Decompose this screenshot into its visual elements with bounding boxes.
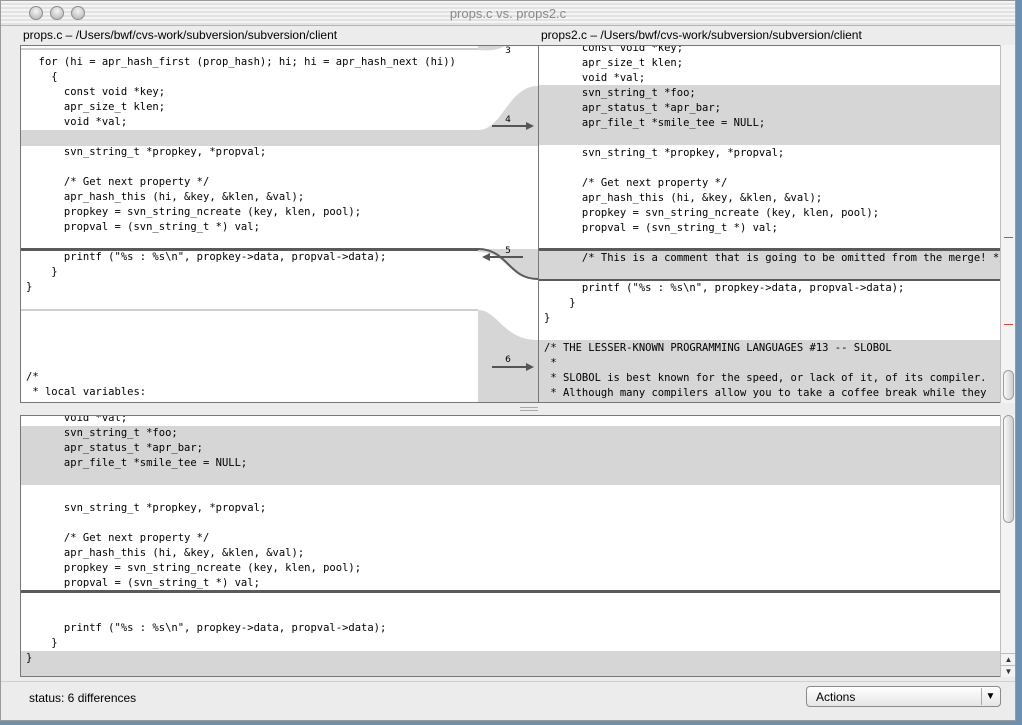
diff-number-5: 5 xyxy=(505,246,511,256)
left-file-pane[interactable]: for (hi = apr_hash_first (prop_hash); hi… xyxy=(20,45,479,403)
code-line: /* THE LESSER-KNOWN PROGRAMMING LANGUAGE… xyxy=(544,342,892,354)
code-line: /* xyxy=(26,371,39,383)
scroll-up-button[interactable]: ▲ xyxy=(1001,653,1015,665)
code-line: const void *key; xyxy=(544,45,684,54)
chevron-down-icon: ▼ xyxy=(981,688,999,705)
code-line: propval = (svn_string_t *) val; xyxy=(544,222,778,234)
diff-number-3: 3 xyxy=(505,46,511,56)
code-line: { xyxy=(26,71,58,83)
bottom-vertical-scrollbar[interactable]: ▲ ▼ xyxy=(1000,415,1015,677)
code-line: /* Get next property */ xyxy=(544,177,728,189)
code-line: printf ("%s : %s\n", propkey->data, prop… xyxy=(26,622,387,634)
code-line: apr_status_t *apr_bar; xyxy=(26,442,204,454)
left-file-path: props.c – /Users/bwf/cvs-work/subversion… xyxy=(23,28,338,42)
actions-label: Actions xyxy=(816,690,856,704)
code-line: } xyxy=(26,652,33,664)
status-text: status: 6 differences xyxy=(29,691,137,705)
status-bar: status: 6 differences Actions ▼ xyxy=(1,681,1015,720)
scroll-thumb[interactable] xyxy=(1003,415,1014,523)
code-line: apr_file_t *smile_tee = NULL; xyxy=(26,457,248,469)
code-line: apr_size_t klen; xyxy=(26,101,166,113)
code-line: apr_hash_this (hi, &key, &klen, &val); xyxy=(544,192,823,204)
top-vertical-scrollbar[interactable] xyxy=(1000,45,1015,403)
code-line: * local variables: xyxy=(26,386,147,398)
scroll-thumb[interactable] xyxy=(1003,370,1014,400)
diff-number-4: 4 xyxy=(505,115,511,125)
code-line: apr_status_t *apr_bar; xyxy=(544,102,722,114)
right-file-pane[interactable]: const void *key; apr_size_t klen; void *… xyxy=(538,45,1001,403)
code-line: const void *key; xyxy=(26,86,166,98)
code-line: * Although many compilers allow you to t… xyxy=(544,387,987,399)
code-line: void *val; xyxy=(26,415,128,424)
code-line: void *val; xyxy=(26,116,128,128)
title-bar[interactable]: props.c vs. props2.c xyxy=(1,1,1015,26)
code-line: apr_hash_this (hi, &key, &klen, &val); xyxy=(26,547,305,559)
code-line: } xyxy=(544,312,551,324)
code-line: void *val; xyxy=(544,72,646,84)
code-line: /* This is a comment that is going to be… xyxy=(544,252,1000,264)
pane-splitter[interactable] xyxy=(20,403,1001,415)
code-line: svn_string_t *propkey, *propval; xyxy=(26,502,267,514)
code-line: apr_hash_this (hi, &key, &klen, &val); xyxy=(26,191,305,203)
code-line: printf ("%s : %s\n", propkey->data, prop… xyxy=(26,251,387,263)
code-line: propkey = svn_string_ncreate (key, klen,… xyxy=(544,207,880,219)
code-line: svn_string_t *propkey, *propval; xyxy=(544,147,785,159)
code-line: apr_size_t klen; xyxy=(544,57,684,69)
scroll-down-button[interactable]: ▼ xyxy=(1001,665,1015,677)
diff-separator xyxy=(21,48,478,50)
code-line: } xyxy=(26,281,33,293)
code-line: propval = (svn_string_t *) val; xyxy=(26,577,260,589)
filemerge-window: props.c vs. props2.c props.c – /Users/bw… xyxy=(0,0,1016,721)
code-line: * xyxy=(544,357,557,369)
code-line: /* Get next property */ xyxy=(26,532,210,544)
code-line: svn_string_t *propkey, *propval; xyxy=(26,146,267,158)
diff-number-6: 6 xyxy=(505,355,511,365)
splitter-grip[interactable] xyxy=(520,407,538,411)
diff-marker xyxy=(1004,324,1013,325)
code-line: } xyxy=(26,266,58,278)
code-line: /* Get next property */ xyxy=(26,176,210,188)
code-line: } xyxy=(26,637,58,649)
code-line: } xyxy=(544,297,576,309)
code-line: * SLOBOL is best known for the speed, or… xyxy=(544,372,987,384)
right-file-path: props2.c – /Users/bwf/cvs-work/subversio… xyxy=(541,28,862,42)
code-line: propkey = svn_string_ncreate (key, klen,… xyxy=(26,562,362,574)
actions-popup-button[interactable]: Actions ▼ xyxy=(806,686,1001,707)
code-line: for (hi = apr_hash_first (prop_hash); hi… xyxy=(26,56,456,68)
diff-connectors xyxy=(478,46,538,402)
code-line: svn_string_t *foo; xyxy=(544,87,696,99)
diff-marker xyxy=(1004,237,1013,238)
merge-result-pane[interactable]: void *val; svn_string_t *foo; apr_status… xyxy=(20,415,1001,677)
window-title: props.c vs. props2.c xyxy=(449,6,567,21)
code-line: propval = (svn_string_t *) val; xyxy=(26,221,260,233)
code-line: svn_string_t *foo; xyxy=(26,427,178,439)
code-line: propkey = svn_string_ncreate (key, klen,… xyxy=(26,206,362,218)
code-line: apr_file_t *smile_tee = NULL; xyxy=(544,117,766,129)
diff-gutter[interactable]: 3 4 5 6 xyxy=(478,45,538,403)
code-line: printf ("%s : %s\n", propkey->data, prop… xyxy=(544,282,905,294)
